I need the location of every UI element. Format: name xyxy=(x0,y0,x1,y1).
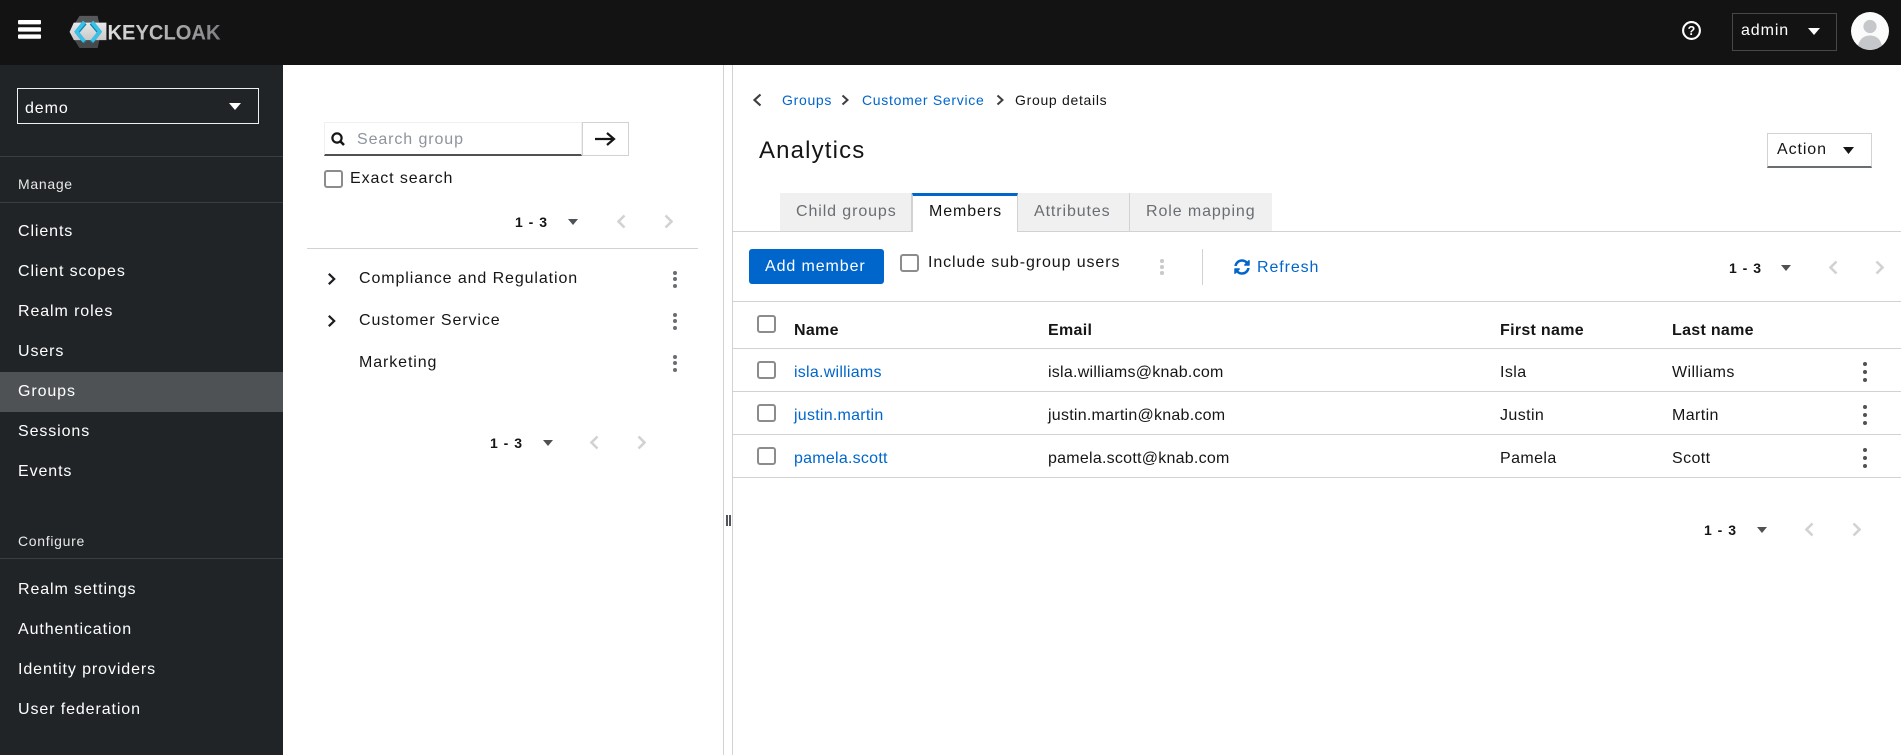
svg-text:?: ? xyxy=(1688,24,1696,38)
svg-text:KEYCLOAK: KEYCLOAK xyxy=(108,20,221,44)
